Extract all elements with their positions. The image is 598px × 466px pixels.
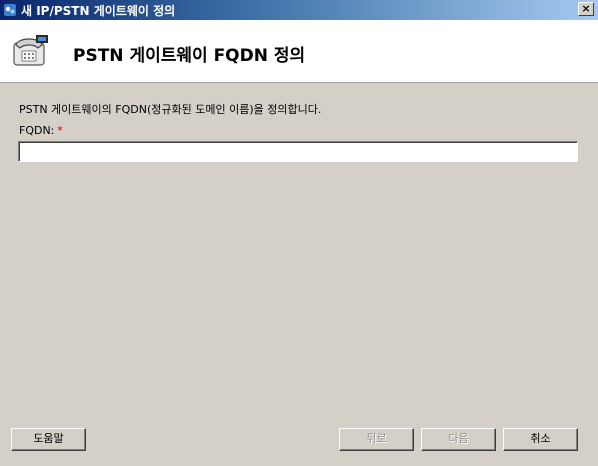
page-title: PSTN 게이트웨이 FQDN 정의 bbox=[73, 46, 306, 66]
app-icon bbox=[3, 3, 17, 17]
cancel-button[interactable]: 취소 bbox=[503, 428, 578, 451]
header-banner: PSTN 게이트웨이 FQDN 정의 bbox=[0, 20, 598, 83]
fqdn-label-text: FQDN: bbox=[19, 124, 55, 137]
required-marker: * bbox=[57, 124, 63, 137]
title-bar[interactable]: 새 IP/PSTN 게이트웨이 정의 × bbox=[0, 0, 598, 20]
next-button[interactable]: 다음 bbox=[421, 428, 496, 451]
back-button[interactable]: 뒤로 bbox=[339, 428, 414, 451]
fqdn-label: FQDN: * bbox=[19, 124, 63, 137]
dialog-window: 새 IP/PSTN 게이트웨이 정의 × PSTN 게이트웨이 FQDN 정의 … bbox=[0, 0, 598, 466]
description-text: PSTN 게이트웨이의 FQDN(정규화된 도메인 이름)을 정의합니다. bbox=[19, 103, 322, 116]
close-button[interactable]: × bbox=[578, 2, 594, 16]
help-button[interactable]: 도움말 bbox=[11, 428, 86, 451]
window-title: 새 IP/PSTN 게이트웨이 정의 bbox=[21, 3, 176, 18]
telephone-icon bbox=[10, 33, 50, 73]
fqdn-input[interactable] bbox=[18, 141, 578, 162]
